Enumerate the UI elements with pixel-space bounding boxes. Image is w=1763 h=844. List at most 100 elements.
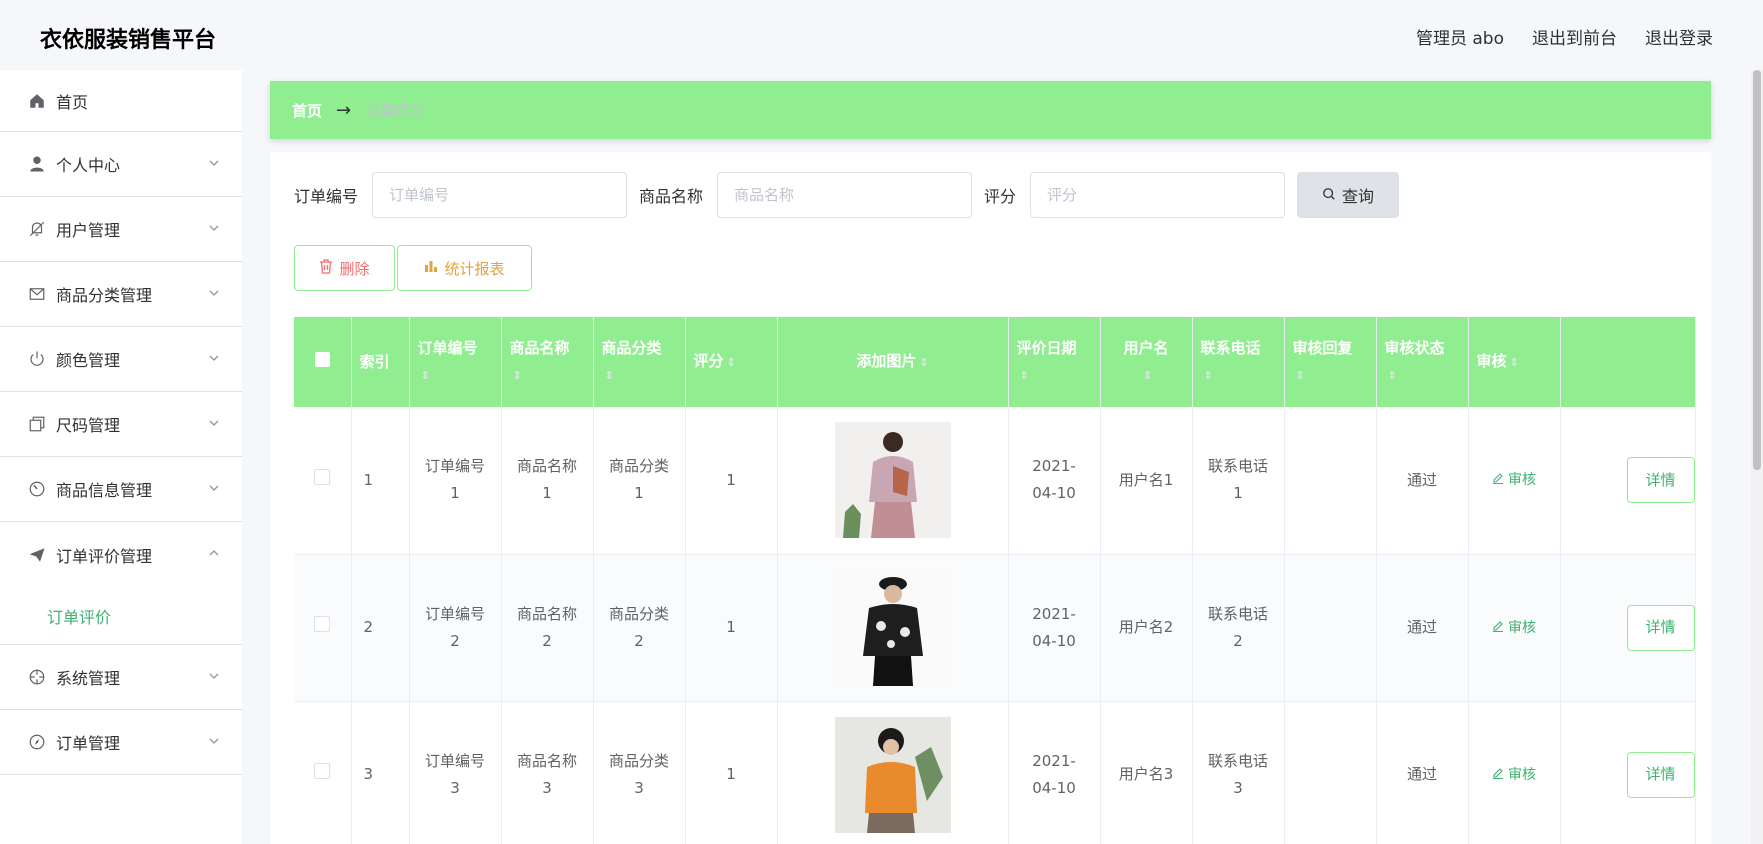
col-score[interactable]: 评分 ⇕ [685,317,778,407]
sort-icon[interactable]: ⇕ [1020,369,1029,382]
sidebar-item-orders[interactable]: 订单管理 [0,710,242,775]
cell-image [777,701,1009,844]
col-score-label: 评分 [693,352,724,370]
sort-icon[interactable]: ⇕ [1204,369,1213,382]
audit-link[interactable]: 审核 [1492,615,1536,642]
row-checkbox[interactable] [314,763,331,779]
col-status[interactable]: 审核状态 ⇕ [1376,317,1469,407]
chevron-up-icon [208,544,220,563]
cell-category: 商品分类3 [593,701,686,844]
review-table: 索引 订单编号 ⇕ 商品名称 ⇕ 商品分类 ⇕ 评分 ⇕ 添加图片 ⇕ 评价日期 ⇕ 用户名… [294,317,1696,844]
admin-name[interactable]: 管理员 abo [1416,24,1504,49]
logout-link[interactable]: 退出登录 [1645,24,1713,49]
col-index: 索引 [351,317,410,407]
row-select-cell[interactable] [294,407,352,555]
col-date[interactable]: 评价日期 ⇕ [1008,317,1101,407]
cell-order: 订单编号3 [409,701,502,844]
detail-button[interactable]: 详情 [1626,604,1695,651]
audit-link[interactable]: 审核 [1492,762,1536,789]
col-image-label: 添加图片 [856,352,917,370]
sort-icon[interactable]: ⇕ [1143,369,1152,382]
sidebar-item-label: 系统管理 [56,669,121,688]
sidebar-item-review[interactable]: 订单评价管理 [0,522,242,587]
sidebar-item-label: 个人中心 [56,156,121,175]
sidebar-item-label: 商品分类管理 [56,286,153,305]
select-all-cell[interactable] [294,317,352,407]
sort-icon[interactable]: ⇕ [1510,356,1519,369]
sidebar-subitem-review[interactable]: 订单评价 [0,587,242,645]
cell-image [777,554,1009,702]
cell-user: 用户名1 [1100,407,1193,555]
order-input[interactable] [372,172,628,218]
sidebar-item-category[interactable]: 商品分类管理 [0,262,242,327]
detail-button[interactable]: 详情 [1626,457,1695,504]
breadcrumb: 首页 → 订单评价 [270,81,1711,139]
sidebar-item-label: 首页 [56,92,89,112]
audit-link[interactable]: 审核 [1492,467,1536,494]
cell-phone: 联系电话3 [1192,701,1285,844]
col-status-label: 审核状态 [1384,339,1445,357]
audit-label: 审核 [1508,766,1536,783]
search-bar: 订单编号 商品名称 评分 查询 [294,172,1400,218]
product-image [834,716,951,833]
top-bar: 衣依服装销售平台 管理员 abo 退出到前台 退出登录 [0,0,1763,70]
col-image[interactable]: 添加图片 ⇕ [777,317,1009,407]
col-phone[interactable]: 联系电话 ⇕ [1192,317,1285,407]
cell-order: 订单编号1 [409,407,502,555]
row-select-cell[interactable] [294,554,352,702]
cell-order: 订单编号2 [409,554,502,702]
col-user[interactable]: 用户名 ⇕ [1100,317,1193,407]
sort-icon[interactable]: ⇕ [1388,369,1397,382]
table-header-row: 索引 订单编号 ⇕ 商品名称 ⇕ 商品分类 ⇕ 评分 ⇕ 添加图片 ⇕ 评价日期 ⇕ 用户名… [294,317,1696,407]
sidebar-item-system[interactable]: 系统管理 [0,645,242,710]
cell-reply [1284,554,1377,702]
scrollbar-thumb[interactable] [1753,70,1761,470]
row-select-cell[interactable] [294,701,352,844]
cell-product: 商品名称1 [501,407,594,555]
sidebar-item-product[interactable]: 商品信息管理 [0,457,242,522]
sidebar-item-label: 订单管理 [56,734,121,753]
sort-icon[interactable]: ⇕ [1296,369,1305,382]
product-input[interactable] [717,172,973,218]
to-front-link[interactable]: 退出到前台 [1532,24,1617,49]
cell-category: 商品分类2 [593,554,686,702]
col-order[interactable]: 订单编号 ⇕ [409,317,502,407]
sort-icon[interactable]: ⇕ [421,369,430,382]
cell-phone: 联系电话2 [1192,554,1285,702]
sidebar-item-size[interactable]: 尺码管理 [0,392,242,457]
page-scrollbar[interactable] [1751,70,1763,844]
edit-icon [1492,762,1504,789]
crosshair-icon [26,666,48,688]
select-all-checkbox[interactable] [314,352,330,367]
col-product[interactable]: 商品名称 ⇕ [501,317,594,407]
query-button[interactable]: 查询 [1297,172,1400,218]
row-checkbox[interactable] [314,616,331,632]
col-phone-label: 联系电话 [1200,339,1261,357]
bell-off-icon [26,218,48,240]
col-actions [1560,317,1696,407]
delete-button[interactable]: 删除 [294,245,395,291]
cell-date: 2021-04-10 [1008,554,1101,702]
stat-report-button[interactable]: 统计报表 [397,245,532,291]
chevron-down-icon [208,284,220,303]
sidebar-item-color[interactable]: 颜色管理 [0,327,242,392]
col-reply[interactable]: 审核回复 ⇕ [1284,317,1377,407]
chevron-down-icon [208,414,220,433]
cell-audit: 审核 [1468,407,1561,555]
cell-date: 2021-04-10 [1008,701,1101,844]
sort-icon[interactable]: ⇕ [605,369,614,382]
col-audit[interactable]: 审核 ⇕ [1468,317,1561,407]
sidebar-item-home[interactable]: 首页 [0,70,242,132]
row-checkbox[interactable] [314,468,331,485]
sidebar-item-users[interactable]: 用户管理 [0,197,242,262]
sort-icon[interactable]: ⇕ [919,356,928,369]
col-category[interactable]: 商品分类 ⇕ [593,317,686,407]
score-input[interactable] [1030,172,1286,218]
sort-icon[interactable]: ⇕ [513,369,522,382]
detail-button[interactable]: 详情 [1626,751,1695,798]
breadcrumb-home[interactable]: 首页 [292,100,322,121]
sidebar-item-personal[interactable]: 个人中心 [0,132,242,197]
cell-index: 2 [351,554,410,702]
cell-reply [1284,407,1377,555]
sort-icon[interactable]: ⇕ [727,356,736,369]
